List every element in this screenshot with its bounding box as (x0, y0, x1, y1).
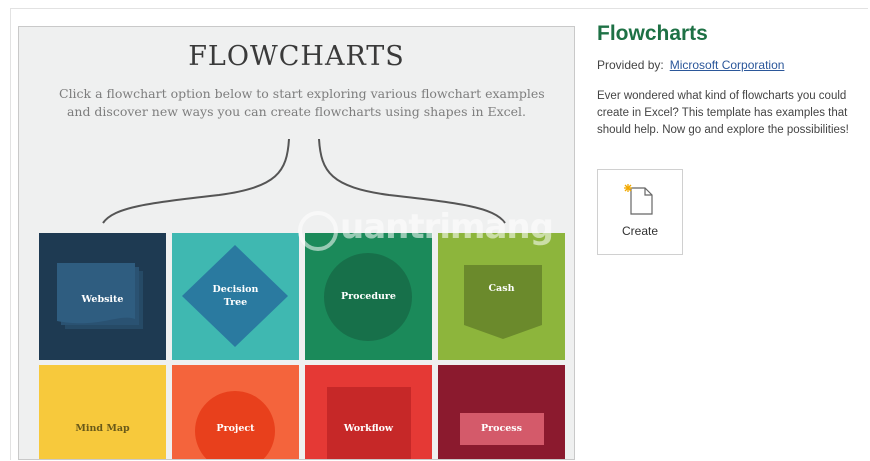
tile-project[interactable]: Project (172, 365, 299, 459)
description-line: create in Excel? This template has examp… (597, 107, 848, 119)
tile-mind-map[interactable]: Mind Map (39, 365, 166, 459)
template-title: Flowcharts (597, 22, 708, 45)
tile-label: Decision Tree (212, 284, 259, 308)
tile-label: Process (480, 423, 522, 434)
template-details: Flowcharts Provided by: Microsoft Corpora… (597, 22, 870, 255)
provider-link[interactable]: Microsoft Corporation (670, 58, 785, 72)
tile-workflow[interactable]: Workflow (305, 365, 432, 459)
description-line: should help. Now go and explore the poss… (597, 124, 849, 136)
tile-procedure[interactable]: Procedure (305, 233, 432, 360)
tile-cash[interactable]: Cash (438, 233, 565, 360)
tile-label: Procedure (341, 291, 396, 302)
description-line: Ever wondered what kind of flowcharts yo… (597, 90, 847, 102)
provided-by: Provided by: Microsoft Corporation (597, 58, 784, 72)
tile-website[interactable]: Website (39, 233, 166, 360)
pentagon-icon (464, 265, 542, 339)
new-document-icon (624, 184, 653, 215)
template-description: Ever wondered what kind of flowcharts yo… (597, 88, 870, 139)
curly-brace-decoration (102, 138, 506, 224)
tile-label: Website (81, 294, 124, 305)
template-preview: FLOWCHARTS Click a flowchart option belo… (18, 26, 575, 460)
tile-label: Mind Map (75, 423, 130, 434)
tile-label: Cash (488, 283, 515, 294)
watermark-logo-icon (298, 211, 338, 251)
rectangle-icon (460, 413, 544, 445)
provided-by-label: Provided by: (597, 58, 664, 72)
circle-icon (195, 391, 275, 459)
tile-label: Project (216, 423, 255, 434)
tile-process[interactable]: Process (438, 365, 565, 459)
create-label: Create (621, 224, 659, 238)
square-icon (327, 387, 411, 459)
tile-label: Workflow (343, 423, 394, 434)
tile-decision-tree[interactable]: Decision Tree (172, 233, 299, 360)
create-button[interactable]: Create (597, 169, 683, 255)
